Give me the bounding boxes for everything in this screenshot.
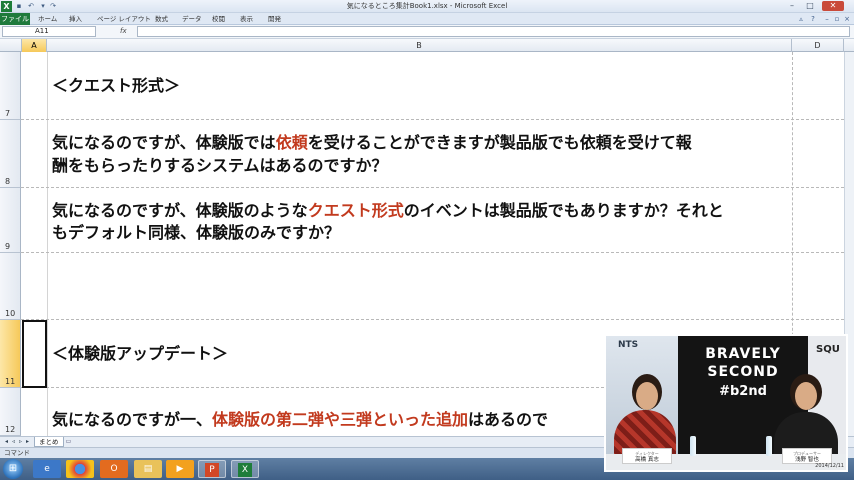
hashtag: #b2nd xyxy=(719,384,767,399)
cell-text: 気になるのですが、体験版では xyxy=(52,133,276,152)
last-sheet-icon[interactable]: ▸ xyxy=(24,438,31,446)
office-icon[interactable]: O xyxy=(100,460,128,478)
column-header-b[interactable]: B xyxy=(47,39,792,52)
window-title: 気になるところ集計Book1.xlsx - Microsoft Excel xyxy=(346,2,508,10)
cell-b8-line2[interactable]: 酬をもらったりするシステムはあるのですか？ xyxy=(52,154,388,177)
cell-text: もデフォルト同様、体験版のみですか？ xyxy=(52,223,341,242)
cell-text: はあるので xyxy=(468,410,549,429)
cell-b7[interactable]: ＜クエスト形式＞ xyxy=(52,74,180,97)
row-header[interactable]: 10 xyxy=(0,253,21,320)
water-bottle xyxy=(690,436,696,456)
tab-developer[interactable]: 開発 xyxy=(268,13,281,25)
first-sheet-icon[interactable]: ◂ xyxy=(3,438,10,446)
prev-sheet-icon[interactable]: ◃ xyxy=(10,438,17,446)
column-divider xyxy=(47,52,48,436)
cell-text: 気になるのですが、体験版のような xyxy=(52,201,308,220)
insert-sheet-icon[interactable]: ▭ xyxy=(64,438,73,446)
nameplate-role: ディレクター xyxy=(635,451,659,456)
row-divider xyxy=(21,319,854,320)
tab-view[interactable]: 表示 xyxy=(240,13,253,25)
row-header-selected[interactable]: 11 xyxy=(0,320,21,388)
highlighted-text: 依頼 xyxy=(275,133,308,152)
workbook-minimize-icon[interactable]: – xyxy=(823,15,831,23)
workbook-close-icon[interactable]: × xyxy=(843,15,851,23)
row-divider xyxy=(21,252,854,253)
column-header-a[interactable]: A xyxy=(22,39,47,52)
cell-text: を受けることができますが製品版でも依頼を受けて報 xyxy=(307,133,692,152)
cell-b8-line1[interactable]: 気になるのですが、体験版では依頼を受けることができますが製品版でも依頼を受けて報 xyxy=(52,131,692,154)
tab-page-layout[interactable]: ページ レイアウト xyxy=(97,13,151,25)
cell-b11[interactable]: ＜体験版アップデート＞ xyxy=(52,342,228,365)
minimize-ribbon-icon[interactable]: ▵ xyxy=(797,15,805,23)
cell-text: ＜体験版アップデート＞ xyxy=(52,344,229,363)
row-divider xyxy=(21,187,854,188)
presenter-left-face xyxy=(636,382,658,410)
brand-subtitle: SECOND xyxy=(707,364,779,380)
column-headers: A B D xyxy=(0,39,854,52)
row-header[interactable]: 7 xyxy=(0,52,21,120)
sign-text: SQU xyxy=(816,344,840,355)
row-header[interactable]: 12 xyxy=(0,388,21,436)
cell-text: のイベントは製品版でもありますか？それと xyxy=(403,201,724,220)
cell-b12[interactable]: 気になるのですが一、体験版の第二弾や三弾といった追加はあるので xyxy=(52,408,548,431)
row-header[interactable]: 9 xyxy=(0,188,21,253)
next-sheet-icon[interactable]: ▹ xyxy=(17,438,24,446)
webcam-overlay: NTS SQU BRAVELY SECOND #b2nd ディレクター 高橋 真… xyxy=(604,334,848,472)
row-divider xyxy=(21,119,854,120)
cell-text: 酬をもらったりするシステムはあるのですか？ xyxy=(52,156,388,175)
tab-insert[interactable]: 挿入 xyxy=(69,13,82,25)
row-header[interactable]: 8 xyxy=(0,120,21,188)
sign-text: NTS xyxy=(618,340,639,350)
excel-taskbar-icon[interactable]: X xyxy=(231,460,259,478)
ribbon-tabs: ファイル ホーム 挿入 ページ レイアウト 数式 データ 校閲 表示 開発 ▵ … xyxy=(0,13,854,25)
workbook-restore-icon[interactable]: ▫ xyxy=(833,15,841,23)
insert-function-icon[interactable]: fx xyxy=(120,26,134,37)
nameplate-name: 高橋 真志 xyxy=(635,457,659,463)
media-player-icon[interactable]: ▶ xyxy=(166,460,194,478)
tab-data[interactable]: データ xyxy=(182,13,202,25)
brand-title: BRAVELY xyxy=(705,346,781,362)
formula-bar: A11 fx xyxy=(0,25,854,39)
maximize-button[interactable]: □ xyxy=(802,1,818,11)
internet-explorer-icon[interactable]: e xyxy=(33,460,61,478)
powerpoint-icon[interactable]: P xyxy=(198,460,226,478)
help-icon[interactable]: ? xyxy=(809,15,817,23)
column-header-d[interactable]: D xyxy=(792,39,844,52)
sheet-tab-active[interactable]: まとめ xyxy=(34,437,64,447)
select-all-corner[interactable] xyxy=(0,39,22,52)
tab-file[interactable]: ファイル xyxy=(0,13,30,25)
highlighted-text: 体験版の第二弾や三弾といった追加 xyxy=(212,410,469,429)
cell-text: 気になるのですが一、 xyxy=(52,410,213,429)
name-box[interactable]: A11 xyxy=(2,26,96,37)
chrome-icon[interactable] xyxy=(66,460,94,478)
broadcast-date: 2014/12/11 xyxy=(815,463,844,469)
title-bar: X ▪ ↶ ▾ ↷ 気になるところ集計Book1.xlsx - Microsof… xyxy=(0,0,854,13)
tab-formulas[interactable]: 数式 xyxy=(155,13,168,25)
cell-b9-line1[interactable]: 気になるのですが、体験版のようなクエスト形式のイベントは製品版でもありますか？そ… xyxy=(52,199,724,222)
minimize-button[interactable]: – xyxy=(784,1,800,11)
cell-text: ＜クエスト形式＞ xyxy=(52,76,181,95)
formula-input[interactable] xyxy=(137,26,850,37)
nameplate-right: プロデューサー 浅野 智也 xyxy=(782,448,832,464)
active-cell-a11[interactable] xyxy=(22,320,47,388)
status-text: コマンド xyxy=(4,449,30,457)
close-button[interactable]: ✕ xyxy=(822,1,844,11)
start-button[interactable]: ⊞ xyxy=(3,459,23,479)
nameplate-left: ディレクター 高橋 真志 xyxy=(622,448,672,464)
highlighted-text: クエスト形式 xyxy=(307,201,404,220)
tab-review[interactable]: 校閲 xyxy=(212,13,225,25)
cell-b9-line2[interactable]: もデフォルト同様、体験版のみですか？ xyxy=(52,221,340,244)
tab-home[interactable]: ホーム xyxy=(38,13,57,25)
water-bottle xyxy=(766,436,772,456)
folder-icon[interactable]: ▤ xyxy=(134,460,162,478)
nameplate-role: プロデューサー xyxy=(793,451,821,456)
presenter-right-face xyxy=(795,382,817,410)
